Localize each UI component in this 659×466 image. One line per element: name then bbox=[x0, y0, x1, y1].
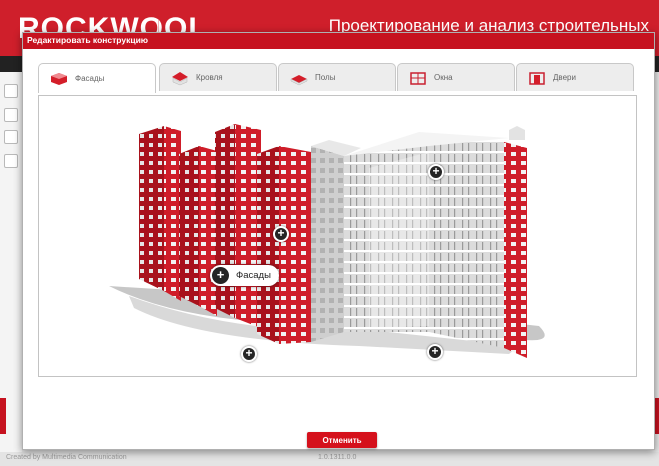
facade-icon bbox=[49, 71, 69, 87]
tab-doors[interactable]: Двери bbox=[516, 63, 634, 91]
app-sidebar bbox=[0, 72, 22, 452]
building-3d-viewer[interactable]: + + + + + Фасады bbox=[38, 95, 637, 377]
roof-icon bbox=[170, 70, 190, 86]
hotspot-ground[interactable]: + bbox=[427, 344, 443, 360]
edit-icon[interactable] bbox=[4, 108, 18, 122]
footer-credit: Created by Multimedia Communication bbox=[6, 454, 127, 461]
plus-icon: + bbox=[212, 267, 229, 284]
tab-label: Двери bbox=[553, 73, 576, 82]
hotspot-facades-label: Фасады bbox=[236, 270, 271, 281]
cancel-button[interactable]: Отменить bbox=[307, 432, 377, 448]
building-illustration bbox=[109, 124, 545, 358]
edit-construction-dialog: Редактировать конструкцию Фасады Кровля … bbox=[22, 32, 655, 450]
dialog-header: Редактировать конструкцию bbox=[23, 33, 654, 49]
tab-roof[interactable]: Кровля bbox=[159, 63, 277, 91]
hotspot-roof[interactable]: + bbox=[428, 164, 444, 180]
tab-label: Окна bbox=[434, 73, 453, 82]
app-side-accent-left bbox=[0, 398, 6, 434]
tab-label: Кровля bbox=[196, 73, 223, 82]
tab-facades[interactable]: Фасады bbox=[38, 63, 156, 93]
floor-icon bbox=[289, 70, 309, 86]
door-icon bbox=[527, 70, 547, 86]
window-icon bbox=[408, 70, 428, 86]
hotspot-floors[interactable]: + bbox=[241, 346, 257, 362]
dialog-title: Редактировать конструкцию bbox=[27, 35, 149, 45]
footer-version: 1.0.1311.0.0 bbox=[318, 454, 357, 461]
construction-tabs: Фасады Кровля Полы Окна Двери bbox=[38, 59, 638, 99]
home-icon[interactable] bbox=[4, 154, 18, 168]
tab-label: Полы bbox=[315, 73, 336, 82]
tab-label: Фасады bbox=[75, 74, 105, 83]
hotspot-structure[interactable]: + bbox=[273, 226, 289, 242]
tab-windows[interactable]: Окна bbox=[397, 63, 515, 91]
hotspot-facades[interactable]: + Фасады bbox=[210, 265, 279, 286]
home-icon[interactable] bbox=[4, 84, 18, 98]
app-footer: Created by Multimedia Communication 1.0.… bbox=[0, 452, 659, 466]
list-icon[interactable] bbox=[4, 130, 18, 144]
tab-floors[interactable]: Полы bbox=[278, 63, 396, 91]
